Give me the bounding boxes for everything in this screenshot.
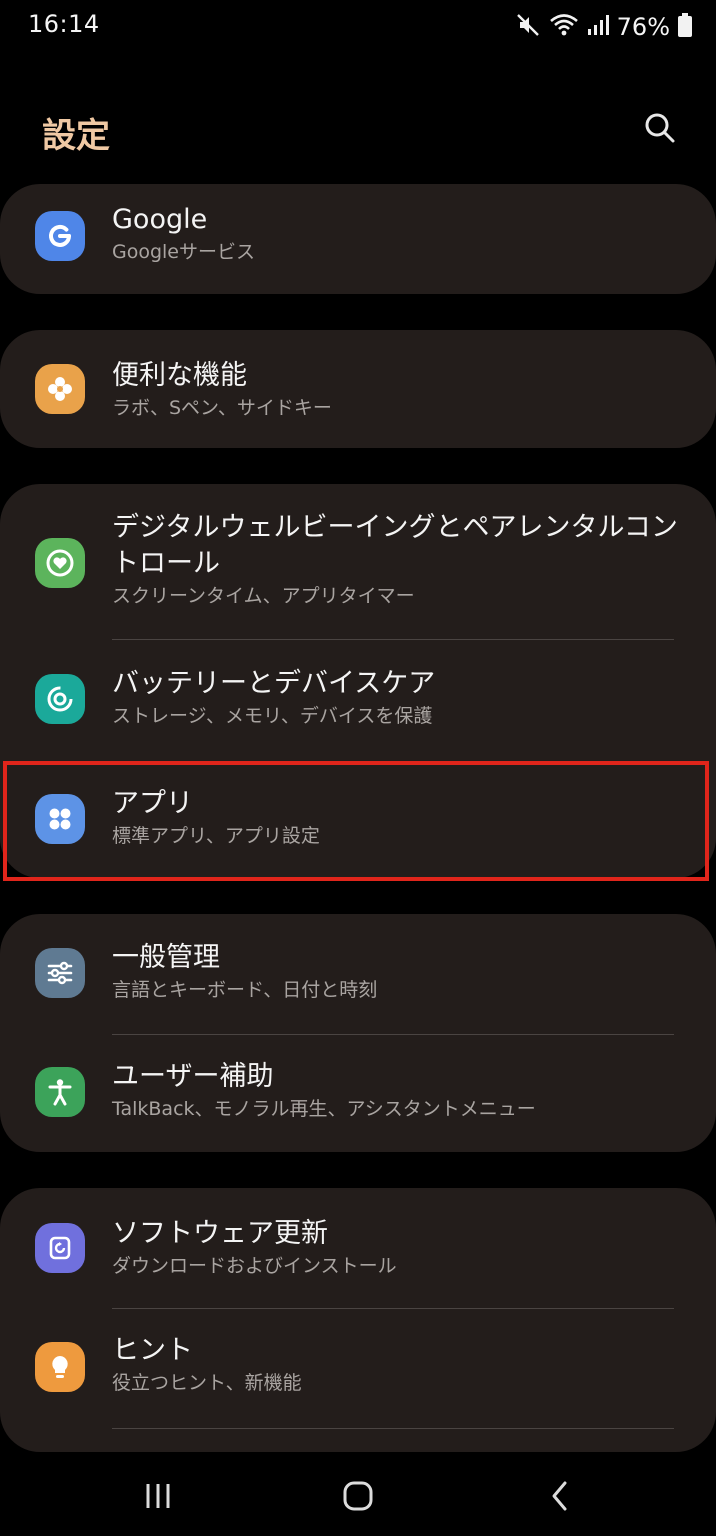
settings-item-software-update[interactable]: ソフトウェア更新 ダウンロードおよびインストール — [0, 1188, 716, 1308]
item-subtitle: スクリーンタイム、アプリタイマー — [112, 585, 415, 607]
item-title: ソフトウェア更新 — [112, 1218, 328, 1249]
item-title: 便利な機能 — [112, 360, 247, 391]
accessibility-icon — [35, 1067, 85, 1117]
item-subtitle: 言語とキーボード、日付と時刻 — [112, 979, 378, 1001]
header: 設定 — [0, 90, 716, 170]
item-subtitle: Googleサービス — [112, 241, 256, 263]
status-time: 16:14 — [28, 10, 100, 38]
settings-item-tips[interactable]: ヒント 役立つヒント、新機能 — [0, 1309, 716, 1427]
navigation-bar — [0, 1460, 716, 1536]
signal-icon — [587, 13, 609, 41]
mute-icon — [515, 12, 541, 42]
settings-item-general-management[interactable]: 一般管理 言語とキーボード、日付と時刻 — [0, 914, 716, 1034]
back-button[interactable] — [530, 1474, 590, 1522]
item-subtitle: ストレージ、メモリ、デバイスを保護 — [112, 705, 433, 727]
settings-item-google[interactable]: Google Googleサービス — [0, 184, 716, 294]
settings-item-apps[interactable]: アプリ 標準アプリ、アプリ設定 — [0, 760, 716, 878]
settings-group-device: デジタルウェルビーイングとペアレンタルコントロール スクリーンタイム、アプリタイ… — [0, 484, 716, 878]
wellbeing-heart-icon — [35, 538, 85, 588]
search-icon — [642, 110, 678, 150]
device-care-icon — [35, 674, 85, 724]
item-subtitle: 役立つヒント、新機能 — [112, 1372, 302, 1394]
item-title: 一般管理 — [112, 942, 220, 973]
item-subtitle: TalkBack、モノラル再生、アシスタントメニュー — [112, 1098, 536, 1120]
battery-icon — [678, 13, 692, 41]
puzzle-icon — [35, 364, 85, 414]
home-icon — [341, 1479, 375, 1517]
back-icon — [546, 1479, 574, 1517]
lightbulb-icon — [35, 1342, 85, 1392]
divider — [112, 1428, 674, 1429]
item-title: バッテリーとデバイスケア — [112, 668, 436, 699]
status-icons: 76% — [515, 10, 692, 44]
item-subtitle: ラボ、Sペン、サイドキー — [112, 397, 332, 419]
settings-item-digital-wellbeing[interactable]: デジタルウェルビーイングとペアレンタルコントロール スクリーンタイム、アプリタイ… — [0, 484, 716, 638]
settings-item-accessibility[interactable]: ユーザー補助 TalkBack、モノラル再生、アシスタントメニュー — [0, 1035, 716, 1152]
software-update-icon — [35, 1223, 85, 1273]
item-subtitle: 標準アプリ、アプリ設定 — [112, 825, 320, 847]
status-bar: 16:14 76% — [0, 0, 716, 56]
wifi-icon — [549, 12, 579, 42]
settings-group-features: 便利な機能 ラボ、Sペン、サイドキー — [0, 330, 716, 448]
settings-item-advanced-features[interactable]: 便利な機能 ラボ、Sペン、サイドキー — [0, 330, 716, 448]
item-title: ヒント — [112, 1335, 193, 1366]
item-subtitle: ダウンロードおよびインストール — [112, 1255, 397, 1277]
settings-group-general: 一般管理 言語とキーボード、日付と時刻 ユーザー補助 TalkBack、モノラル… — [0, 914, 716, 1152]
settings-group-google: Google Googleサービス — [0, 184, 716, 294]
sliders-icon — [35, 948, 85, 998]
recents-icon — [141, 1481, 175, 1515]
google-icon — [35, 211, 85, 261]
page-title: 設定 — [42, 116, 110, 156]
item-title: Google — [112, 204, 208, 235]
settings-group-support: ソフトウェア更新 ダウンロードおよびインストール ヒント 役立つヒント、新機能 — [0, 1188, 716, 1452]
search-button[interactable] — [636, 106, 684, 154]
item-title: デジタルウェルビーイングとペアレンタルコントロール — [112, 512, 678, 579]
battery-percent: 76% — [616, 13, 670, 41]
item-title: ユーザー補助 — [112, 1061, 274, 1092]
item-title: アプリ — [112, 788, 193, 819]
recents-button[interactable] — [128, 1474, 188, 1522]
settings-item-battery-device-care[interactable]: バッテリーとデバイスケア ストレージ、メモリ、デバイスを保護 — [0, 640, 716, 758]
home-button[interactable] — [328, 1474, 388, 1522]
apps-grid-icon — [35, 794, 85, 844]
